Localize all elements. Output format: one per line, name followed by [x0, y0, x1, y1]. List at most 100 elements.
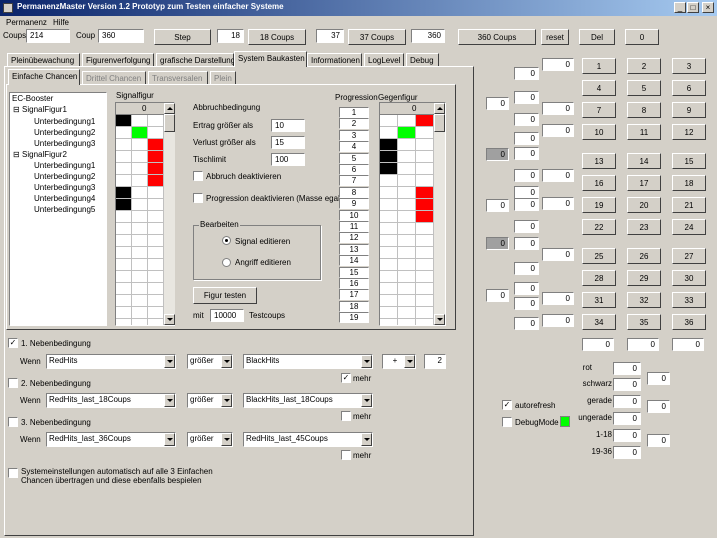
- signal-editieren-radio[interactable]: [222, 236, 231, 245]
- gegen-cell[interactable]: [416, 235, 434, 247]
- signal-cell[interactable]: [132, 187, 148, 199]
- progression-deaktivieren-checkbox[interactable]: [193, 193, 203, 203]
- progression-item[interactable]: 2: [339, 118, 369, 130]
- number-button-2[interactable]: 2: [627, 58, 661, 74]
- gegen-cell[interactable]: [416, 187, 434, 199]
- number-button-36[interactable]: 36: [672, 314, 706, 330]
- progression-item[interactable]: 12: [339, 232, 369, 244]
- abbruch-deaktivieren-checkbox[interactable]: [193, 171, 203, 181]
- minimize-button[interactable]: _: [674, 2, 686, 13]
- signal-cell[interactable]: [132, 163, 148, 175]
- gegen-cell[interactable]: [398, 127, 416, 139]
- number-button-9[interactable]: 9: [672, 102, 706, 118]
- menu-hilfe[interactable]: Hilfe: [53, 18, 69, 27]
- number-button-21[interactable]: 21: [672, 197, 706, 213]
- signal-cell[interactable]: [116, 163, 132, 175]
- signal-cell[interactable]: [148, 211, 164, 223]
- gegen-cell[interactable]: [380, 295, 398, 307]
- value-360-field[interactable]: 360: [411, 29, 445, 43]
- signal-cell[interactable]: [116, 151, 132, 163]
- gegen-cell[interactable]: [398, 295, 416, 307]
- signal-cell[interactable]: [132, 151, 148, 163]
- zero-button[interactable]: 0: [625, 29, 659, 45]
- gegen-cell[interactable]: [380, 127, 398, 139]
- tab-loglevel[interactable]: LogLevel: [364, 53, 404, 67]
- figur-testen-button[interactable]: Figur testen: [193, 287, 257, 304]
- gegen-cell[interactable]: [416, 127, 434, 139]
- neben3-right-select[interactable]: RedHits_last_45Coups: [243, 432, 373, 447]
- number-button-32[interactable]: 32: [627, 292, 661, 308]
- tab-system-baukasten[interactable]: System Baukasten: [234, 51, 307, 67]
- number-button-26[interactable]: 26: [627, 248, 661, 264]
- gegen-cell[interactable]: [380, 319, 398, 325]
- gegen-cell[interactable]: [380, 247, 398, 259]
- number-button-12[interactable]: 12: [672, 124, 706, 140]
- number-button-23[interactable]: 23: [627, 219, 661, 235]
- signal-scroll-up[interactable]: [164, 103, 175, 114]
- gegen-cell[interactable]: [380, 151, 398, 163]
- signal-cell[interactable]: [116, 199, 132, 211]
- number-button-7[interactable]: 7: [582, 102, 616, 118]
- gegen-cell[interactable]: [416, 139, 434, 151]
- gegen-cell[interactable]: [416, 223, 434, 235]
- angriff-editieren-radio[interactable]: [222, 258, 231, 267]
- neben2-left-select[interactable]: RedHits_last_18Coups: [46, 393, 176, 408]
- neben2-op-select[interactable]: größer: [187, 393, 233, 408]
- gegen-cell[interactable]: [380, 259, 398, 271]
- coup-field[interactable]: 360: [98, 29, 144, 43]
- number-button-11[interactable]: 11: [627, 124, 661, 140]
- progression-item[interactable]: 8: [339, 186, 369, 198]
- number-button-4[interactable]: 4: [582, 80, 616, 96]
- subtab-plein[interactable]: Plein: [210, 71, 236, 85]
- step-button[interactable]: Step: [154, 29, 211, 45]
- tab-grafische-darstellung[interactable]: grafische Darstellung: [156, 53, 235, 67]
- tree-f2-sub3[interactable]: Unterbedingung3: [34, 183, 95, 192]
- signal-cell[interactable]: [116, 127, 132, 139]
- subtab-einfache-chancen[interactable]: Einfache Chancen: [8, 69, 80, 85]
- signal-cell[interactable]: [148, 295, 164, 307]
- number-button-22[interactable]: 22: [582, 219, 616, 235]
- gegen-cell[interactable]: [380, 175, 398, 187]
- neben2-mehr-checkbox[interactable]: [341, 411, 351, 421]
- progression-item[interactable]: 10: [339, 209, 369, 221]
- signal-cell[interactable]: [148, 139, 164, 151]
- number-button-3[interactable]: 3: [672, 58, 706, 74]
- gegen-cell[interactable]: [398, 235, 416, 247]
- gegen-cell[interactable]: [398, 223, 416, 235]
- signal-cell[interactable]: [116, 307, 132, 319]
- neben1-plus-select[interactable]: +: [382, 354, 416, 369]
- number-button-20[interactable]: 20: [627, 197, 661, 213]
- signal-cell[interactable]: [148, 199, 164, 211]
- number-button-15[interactable]: 15: [672, 153, 706, 169]
- gegen-cell[interactable]: [398, 259, 416, 271]
- neben1-mehr-checkbox[interactable]: ✓: [341, 373, 351, 383]
- number-button-30[interactable]: 30: [672, 270, 706, 286]
- tree-f2-sub2[interactable]: Unterbedingung2: [34, 172, 95, 181]
- coups-field[interactable]: 214: [26, 29, 70, 43]
- number-button-18[interactable]: 18: [672, 175, 706, 191]
- number-button-10[interactable]: 10: [582, 124, 616, 140]
- number-button-28[interactable]: 28: [582, 270, 616, 286]
- gegen-cell[interactable]: [416, 151, 434, 163]
- signal-cell[interactable]: [132, 211, 148, 223]
- gegen-cell[interactable]: [398, 247, 416, 259]
- progression-item[interactable]: 19: [339, 312, 369, 324]
- gegen-cell[interactable]: [380, 235, 398, 247]
- ertrag-field[interactable]: 10: [271, 119, 305, 132]
- signal-cell[interactable]: [132, 139, 148, 151]
- signal-cell[interactable]: [116, 139, 132, 151]
- progression-list[interactable]: 1 2 3 4 5 6 7 8 9 10 11 12 13 14 15 16 17 18 19: [339, 107, 371, 324]
- signal-cell[interactable]: [116, 175, 132, 187]
- progression-item[interactable]: 13: [339, 243, 369, 255]
- gegen-cell[interactable]: [380, 223, 398, 235]
- tree-root[interactable]: EC-Booster: [12, 94, 53, 103]
- neben1-left-select[interactable]: RedHits: [46, 354, 176, 369]
- tree-f1-sub3[interactable]: Unterbedingung3: [34, 139, 95, 148]
- value-18-field[interactable]: 18: [217, 29, 244, 43]
- signal-cell[interactable]: [116, 283, 132, 295]
- gegen-cell[interactable]: [398, 139, 416, 151]
- gegen-cell[interactable]: [416, 163, 434, 175]
- gegen-cell[interactable]: [416, 295, 434, 307]
- verlust-field[interactable]: 15: [271, 136, 305, 149]
- number-button-27[interactable]: 27: [672, 248, 706, 264]
